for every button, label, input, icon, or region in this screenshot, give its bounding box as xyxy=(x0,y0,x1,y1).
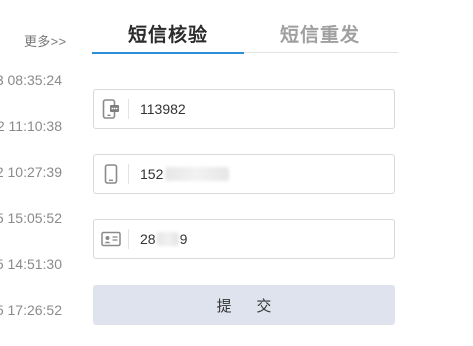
mobile-phone-icon xyxy=(94,155,128,193)
redacted-id-mask xyxy=(156,232,179,246)
tab-sms-verify[interactable]: 短信核验 xyxy=(92,20,244,54)
submit-button[interactable]: 提 交 xyxy=(93,285,395,325)
phone-message-icon xyxy=(94,90,128,128)
id-card-value-prefix: 28 xyxy=(140,231,156,247)
id-card-input[interactable]: 28 9 xyxy=(140,220,380,258)
id-card-icon xyxy=(94,220,128,258)
field-divider xyxy=(128,99,129,119)
redacted-phone-mask xyxy=(165,167,229,181)
sms-code-field[interactable] xyxy=(93,89,395,129)
record-time: 5 14:51:30 xyxy=(0,256,62,272)
sms-verify-panel: 3 08:35:24 2 11:10:38 2 10:27:39 5 15:05… xyxy=(0,0,473,346)
field-divider xyxy=(128,164,129,184)
sms-code-input[interactable] xyxy=(140,90,380,128)
record-time: 5 17:26:52 xyxy=(0,302,62,318)
record-time: 2 11:10:38 xyxy=(0,118,62,134)
record-time: 5 15:05:52 xyxy=(0,210,62,226)
record-time: 3 08:35:24 xyxy=(0,72,62,88)
id-card-value-suffix: 9 xyxy=(179,231,188,247)
phone-field[interactable] xyxy=(93,154,395,194)
record-time: 2 10:27:39 xyxy=(0,164,62,180)
more-link[interactable]: 更多>> xyxy=(24,31,66,50)
id-card-field[interactable]: 28 9 xyxy=(93,219,395,259)
field-divider xyxy=(128,229,129,249)
record-time-list: 3 08:35:24 2 11:10:38 2 10:27:39 5 15:05… xyxy=(0,0,70,346)
tab-bar: 短信核验 短信重发 xyxy=(92,0,398,54)
tab-sms-resend[interactable]: 短信重发 xyxy=(244,20,396,54)
